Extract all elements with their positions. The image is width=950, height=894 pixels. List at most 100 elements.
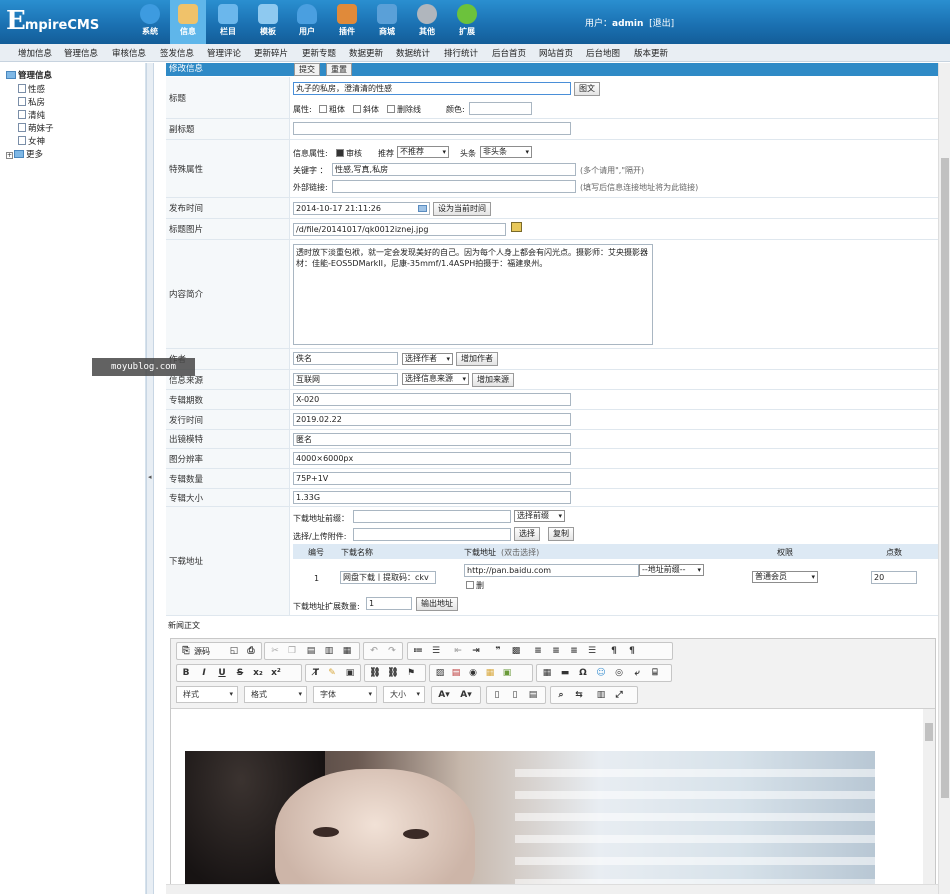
format-painter-icon[interactable]: ✎ xyxy=(326,667,338,679)
titlepic-input[interactable]: /d/file/20141017/qk0012iznej.jpg xyxy=(293,223,506,236)
tree-root[interactable]: 管理信息 xyxy=(6,69,52,81)
menu-update-topic[interactable]: 更新专题 xyxy=(302,47,336,59)
menu-admin-map[interactable]: 后台地图 xyxy=(586,47,620,59)
subscript-icon[interactable]: x₂ xyxy=(252,667,264,679)
horizontal-scrollbar[interactable] xyxy=(166,884,938,894)
size-combo[interactable]: 大小 xyxy=(383,686,425,703)
menu-update-fragment[interactable]: 更新碎片 xyxy=(254,47,288,59)
author-input[interactable]: 佚名 xyxy=(293,352,398,365)
redo-icon[interactable]: ↷ xyxy=(386,645,398,657)
download-prefix-input[interactable] xyxy=(353,510,511,523)
print-icon[interactable]: ⎙ xyxy=(245,645,257,657)
count-input[interactable]: 75P+1V xyxy=(293,472,571,485)
resolution-input[interactable]: 4000×6000px xyxy=(293,452,571,465)
replace-icon[interactable]: ⇆ xyxy=(573,689,585,701)
menu-admin-home[interactable]: 后台首页 xyxy=(492,47,526,59)
title-pic-button[interactable]: 图文 xyxy=(574,82,600,96)
paste-format-icon[interactable]: ▣ xyxy=(344,667,356,679)
author-select[interactable]: 选择作者 xyxy=(402,353,453,365)
special-char-icon[interactable]: Ω xyxy=(577,667,589,679)
headline-select[interactable]: 非头条 xyxy=(480,146,532,158)
link-icon[interactable]: ⛓ xyxy=(369,667,381,679)
menu-add-info[interactable]: 增加信息 xyxy=(18,47,52,59)
pubtime-input[interactable]: 2014-10-17 21:11:26 xyxy=(293,202,430,215)
format-combo[interactable]: 格式 xyxy=(244,686,307,703)
templates-icon[interactable]: ▤ xyxy=(527,689,539,701)
set-now-button[interactable]: 设为当前时间 xyxy=(433,202,491,216)
maximize-icon[interactable]: ▯ xyxy=(491,689,503,701)
tree-item[interactable]: 萌妹子 xyxy=(18,122,54,134)
menu-manage-comment[interactable]: 管理评论 xyxy=(207,47,241,59)
hr-icon[interactable]: ▬ xyxy=(559,667,571,679)
italic-checkbox[interactable]: 斜体 xyxy=(353,104,379,115)
image-icon[interactable]: ▨ xyxy=(434,667,446,679)
subtitle-input[interactable] xyxy=(293,122,571,135)
font-combo[interactable]: 字体 xyxy=(313,686,377,703)
menu-audit-info[interactable]: 审核信息 xyxy=(112,47,146,59)
submit-button[interactable]: 提交 xyxy=(294,63,320,76)
outlink-input[interactable] xyxy=(332,180,576,193)
menu-site-home[interactable]: 网站首页 xyxy=(539,47,573,59)
show-blocks-icon[interactable]: ▥ xyxy=(595,689,607,701)
outdent-icon[interactable]: ⇤ xyxy=(452,645,464,657)
ordered-list-icon[interactable]: ≔ xyxy=(412,645,424,657)
justify-icon[interactable]: ☰ xyxy=(586,645,598,657)
points-input[interactable]: 20 xyxy=(871,571,917,584)
add-author-button[interactable]: 增加作者 xyxy=(456,352,498,366)
find-icon[interactable]: ⌕ xyxy=(555,689,567,701)
unlink-icon[interactable]: ⛓ xyxy=(387,667,399,679)
nav-extend[interactable]: 扩展 xyxy=(449,0,485,44)
logout-link[interactable]: [退出] xyxy=(649,19,674,29)
expand-count-input[interactable]: 1 xyxy=(366,597,412,610)
reset-button[interactable]: 重置 xyxy=(326,63,352,76)
collapse-arrow-icon[interactable]: ◂ xyxy=(148,473,152,481)
align-center-icon[interactable]: ≡ xyxy=(550,645,562,657)
div-container-icon[interactable]: ▩ xyxy=(510,645,522,657)
page-break-icon[interactable]: ⤶ xyxy=(631,667,643,679)
nav-column[interactable]: 栏目 xyxy=(210,0,246,44)
bold-checkbox[interactable]: 粗体 xyxy=(319,104,345,115)
bullet-list-icon[interactable]: ☰ xyxy=(430,645,442,657)
delete-checkbox[interactable]: 删 xyxy=(466,580,484,591)
nav-user[interactable]: 用户 xyxy=(289,0,325,44)
add-source-button[interactable]: 增加来源 xyxy=(472,373,514,387)
color-input[interactable] xyxy=(469,102,532,115)
new-page-icon[interactable]: ▯ xyxy=(509,689,521,701)
attachment-icon[interactable]: ▦ xyxy=(484,667,496,679)
menu-data-update[interactable]: 数据更新 xyxy=(349,47,383,59)
blockquote-icon[interactable]: ❞ xyxy=(492,645,504,657)
attachment-input[interactable] xyxy=(353,528,511,541)
download-prefix-select[interactable]: 选择前缀 xyxy=(514,510,565,522)
audit-checkbox[interactable]: 审核 xyxy=(336,148,362,159)
panel-splitter[interactable]: ◂ xyxy=(146,63,154,894)
expand-icon[interactable]: + xyxy=(6,152,13,159)
align-right-icon[interactable]: ≡ xyxy=(568,645,580,657)
superscript-icon[interactable]: x² xyxy=(270,667,282,679)
anchor-icon[interactable]: ⚑ xyxy=(405,667,417,679)
style-combo[interactable]: 样式 xyxy=(176,686,238,703)
menu-sign-info[interactable]: 签发信息 xyxy=(160,47,194,59)
tree-item[interactable]: 私房 xyxy=(18,96,45,108)
paste-icon[interactable]: ▤ xyxy=(305,645,317,657)
menu-version-update[interactable]: 版本更新 xyxy=(634,47,668,59)
strike-checkbox[interactable]: 删除线 xyxy=(387,104,421,115)
nav-system[interactable]: 系统 xyxy=(132,0,168,44)
keywords-input[interactable]: 性感,写真,私房 xyxy=(332,163,576,176)
source-select[interactable]: 选择信息来源 xyxy=(402,373,469,385)
body-image[interactable] xyxy=(185,751,875,894)
iframe-icon[interactable]: ◎ xyxy=(613,667,625,679)
tree-item[interactable]: 女神 xyxy=(18,135,45,147)
calendar-icon[interactable] xyxy=(418,205,427,212)
date-input[interactable]: 2019.02.22 xyxy=(293,413,571,426)
strike-icon[interactable]: S xyxy=(234,667,246,679)
underline-icon[interactable]: U xyxy=(216,667,228,679)
copy-icon[interactable]: ❐ xyxy=(286,645,298,657)
menu-manage-info[interactable]: 管理信息 xyxy=(64,47,98,59)
code-icon[interactable]: ⌸ xyxy=(649,667,661,679)
align-left-icon[interactable]: ≡ xyxy=(532,645,544,657)
undo-icon[interactable]: ↶ xyxy=(368,645,380,657)
menu-data-stats[interactable]: 数据统计 xyxy=(396,47,430,59)
menu-rank-stats[interactable]: 排行统计 xyxy=(444,47,478,59)
recommend-select[interactable]: 不推荐 xyxy=(397,146,449,158)
fullscreen-icon[interactable]: ⤢ xyxy=(613,689,625,701)
